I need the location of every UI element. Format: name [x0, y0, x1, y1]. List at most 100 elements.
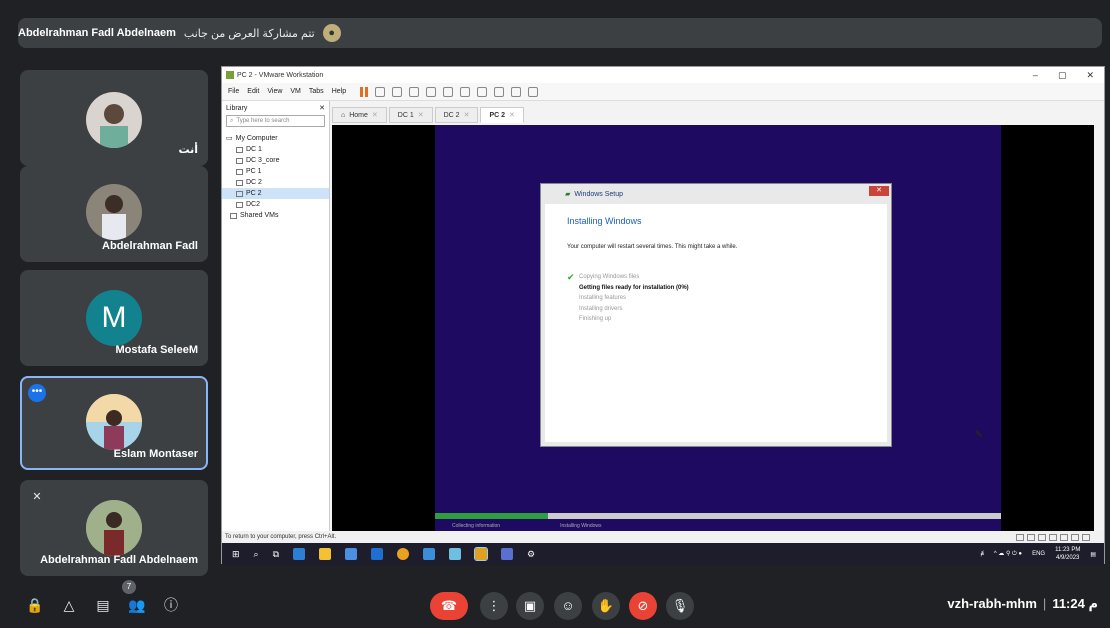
clock-time: 11:23 PM: [1055, 547, 1081, 553]
menu-file[interactable]: File: [228, 88, 239, 95]
activities-icon[interactable]: △: [60, 596, 78, 614]
library-label: Library: [226, 104, 248, 112]
library-view-icon[interactable]: [443, 86, 454, 97]
task-view-icon[interactable]: ⧉: [273, 549, 279, 560]
teams-icon[interactable]: [501, 548, 514, 560]
tab-dc1[interactable]: DC 1 ✕: [388, 107, 433, 123]
search-icon[interactable]: ⌕: [254, 549, 259, 560]
usb-icon[interactable]: [1049, 533, 1057, 541]
menu-edit[interactable]: Edit: [247, 88, 259, 95]
tree-vm-item[interactable]: PC 1: [222, 166, 329, 177]
taskbar-clock[interactable]: 11:23 PM 4/9/2023: [1055, 546, 1080, 562]
network-icon[interactable]: [1038, 533, 1046, 541]
hdd-icon[interactable]: [1016, 533, 1024, 541]
chrome-icon[interactable]: [397, 548, 410, 560]
participant-tile[interactable]: M Mostafa SeleeM: [20, 270, 208, 366]
close-tab-icon[interactable]: ✕: [509, 111, 515, 119]
participant-tile-self[interactable]: أنت: [20, 70, 208, 166]
info-icon[interactable]: ⓘ: [162, 596, 180, 614]
settings-icon[interactable]: ⚙: [527, 549, 535, 560]
banner-text: تتم مشاركة العرض من جانب: [183, 27, 315, 40]
people-icon[interactable]: 👥: [128, 596, 146, 614]
participant-tile[interactable]: Abdelrahman Fadl: [20, 166, 208, 262]
stretch-icon[interactable]: [528, 86, 539, 97]
app-icon[interactable]: [423, 548, 436, 560]
leave-call-button[interactable]: ☎: [430, 592, 468, 620]
close-tab-icon[interactable]: ✕: [464, 111, 470, 119]
vm-icon: [236, 146, 243, 153]
present-button[interactable]: ▣: [516, 592, 544, 620]
close-icon[interactable]: ✕: [1086, 70, 1094, 81]
menu-view[interactable]: View: [267, 88, 282, 95]
close-tab-icon[interactable]: ✕: [418, 111, 424, 119]
participant-name: Abdelrahman Fadl Abdelnaem: [40, 554, 198, 566]
tree-shared-vms[interactable]: Shared VMs: [222, 210, 329, 221]
host-controls-icon[interactable]: 🔒: [26, 596, 44, 614]
tree-vm-item[interactable]: DC 3_core: [222, 155, 329, 166]
tray-overflow-icon[interactable]: ^ ☁ ⚲ ⏻ ●: [994, 550, 1022, 558]
camera-off-button[interactable]: ⊘: [629, 592, 657, 620]
tree-vm-item[interactable]: DC2: [222, 199, 329, 210]
mic-button[interactable]: 🎙: [666, 592, 694, 620]
setup-close-icon[interactable]: ✕: [869, 186, 889, 196]
people-icon[interactable]: ⱥ: [980, 551, 983, 557]
thumbnail-view-icon[interactable]: [460, 86, 471, 97]
cd-icon[interactable]: [1027, 533, 1035, 541]
fullscreen-icon[interactable]: [477, 86, 488, 97]
tree-vm-item[interactable]: DC 1: [222, 144, 329, 155]
display-icon[interactable]: [1082, 533, 1090, 541]
status-text: To return to your computer, press Ctrl+A…: [225, 534, 337, 540]
pause-icon[interactable]: [360, 86, 369, 97]
language-indicator[interactable]: ENG: [1032, 551, 1045, 557]
menu-help[interactable]: Help: [332, 88, 346, 95]
start-icon[interactable]: ⊞: [232, 549, 240, 560]
library-search[interactable]: ⌕ Type here to search: [226, 115, 325, 127]
close-library-icon[interactable]: ✕: [319, 104, 325, 112]
maximize-icon[interactable]: ▢: [1058, 70, 1067, 81]
tree-vm-item-selected[interactable]: PC 2: [222, 188, 329, 199]
setup-steps: ✔ Copying Windows files Getting files rea…: [567, 272, 689, 327]
meet-clock: 11:24 م: [1052, 596, 1098, 611]
vmware-taskbar-icon[interactable]: [474, 547, 489, 561]
setup-step: Installing drivers: [579, 305, 623, 312]
vm-icon: [236, 201, 243, 208]
minimize-icon[interactable]: –: [1033, 70, 1038, 81]
revert-snapshot-icon[interactable]: [409, 86, 420, 97]
snapshot-manager-icon[interactable]: [426, 86, 437, 97]
raise-hand-button[interactable]: ✋: [592, 592, 620, 620]
menu-vm[interactable]: VM: [290, 88, 301, 95]
check-icon: ✔: [567, 272, 575, 282]
more-options-icon[interactable]: •••: [28, 384, 46, 402]
vm-console[interactable]: ▰ Windows Setup ✕ Installing Windows You…: [332, 125, 1094, 531]
tree-vm-item[interactable]: DC 2: [222, 177, 329, 188]
app-icon[interactable]: [449, 548, 462, 560]
file-explorer-icon[interactable]: [319, 548, 332, 560]
clock-date: 4/9/2023: [1056, 555, 1080, 561]
library-panel: Library ✕ ⌕ Type here to search ▭ My Comp…: [222, 101, 330, 531]
console-icon[interactable]: [511, 86, 522, 97]
participant-count-badge: 7: [122, 580, 136, 594]
store-icon[interactable]: [345, 548, 358, 560]
vmware-logo-icon: [226, 71, 234, 79]
edge-icon[interactable]: [293, 548, 306, 560]
emoji-button[interactable]: ☺: [554, 592, 582, 620]
notifications-icon[interactable]: ▤: [1090, 551, 1096, 558]
setup-step: Installing features: [579, 295, 627, 301]
send-keys-icon[interactable]: [375, 86, 386, 97]
sound-icon[interactable]: [1060, 533, 1068, 541]
tree-my-computer[interactable]: ▭ My Computer: [222, 133, 329, 144]
participant-name: Mostafa SeleeM: [115, 344, 198, 356]
mail-icon[interactable]: [371, 548, 384, 560]
tab-home[interactable]: ⌂ Home ✕: [332, 107, 387, 123]
close-tab-icon[interactable]: ✕: [372, 111, 378, 119]
chat-icon[interactable]: ▤: [94, 596, 112, 614]
participant-tile[interactable]: ✕ Abdelrahman Fadl Abdelnaem: [20, 480, 208, 576]
tab-pc2[interactable]: PC 2 ✕: [480, 107, 524, 123]
menu-tabs[interactable]: Tabs: [309, 88, 324, 95]
participant-tile-active[interactable]: ••• Eslam Montaser: [20, 376, 208, 470]
snapshot-icon[interactable]: [392, 86, 403, 97]
tab-dc2[interactable]: DC 2 ✕: [434, 107, 479, 123]
more-options-button[interactable]: ⋮: [480, 592, 508, 620]
printer-icon[interactable]: [1071, 533, 1079, 541]
unity-icon[interactable]: [494, 86, 505, 97]
